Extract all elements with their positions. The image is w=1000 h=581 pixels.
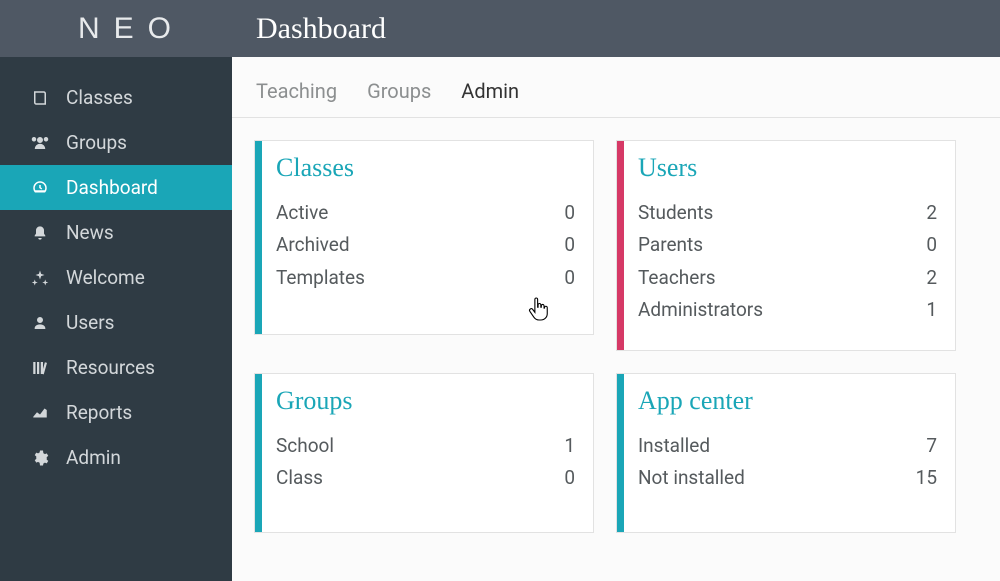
sidebar-item-groups[interactable]: Groups (0, 120, 232, 165)
bell-icon (28, 224, 52, 242)
row-label: Installed (638, 430, 710, 462)
sidebar: NEO Classes Groups Dashboard (0, 0, 232, 581)
sidebar-item-label: Users (66, 311, 114, 334)
card-accent (617, 141, 624, 350)
row-label: Archived (276, 229, 350, 261)
card-row[interactable]: Installed 7 (638, 430, 937, 462)
row-value: 0 (564, 197, 575, 229)
sidebar-item-label: Dashboard (66, 176, 158, 199)
sidebar-item-news[interactable]: News (0, 210, 232, 255)
card-row[interactable]: Templates 0 (276, 262, 575, 294)
row-label: Parents (638, 229, 703, 261)
card-appcenter: App center Installed 7 Not installed 15 (616, 373, 956, 533)
sidebar-item-welcome[interactable]: Welcome (0, 255, 232, 300)
people-icon (28, 134, 52, 152)
cards-grid: Classes Active 0 Archived 0 Templates 0 (232, 118, 1000, 533)
row-value: 1 (564, 430, 575, 462)
nav: Classes Groups Dashboard News (0, 57, 232, 480)
sidebar-item-dashboard[interactable]: Dashboard (0, 165, 232, 210)
card-row[interactable]: Teachers 2 (638, 262, 937, 294)
gauge-icon (28, 179, 52, 197)
topbar: Dashboard (232, 0, 1000, 57)
person-icon (28, 314, 52, 332)
sidebar-item-label: Admin (66, 446, 121, 469)
sidebar-item-resources[interactable]: Resources (0, 345, 232, 390)
library-icon (28, 359, 52, 377)
card-classes: Classes Active 0 Archived 0 Templates 0 (254, 140, 594, 335)
row-value: 15 (916, 462, 937, 494)
book-icon (28, 89, 52, 107)
sidebar-item-classes[interactable]: Classes (0, 75, 232, 120)
card-accent (255, 141, 262, 334)
card-row[interactable]: Parents 0 (638, 229, 937, 261)
main: Dashboard Teaching Groups Admin Classes … (232, 0, 1000, 581)
sidebar-item-users[interactable]: Users (0, 300, 232, 345)
card-title-classes[interactable]: Classes (276, 153, 575, 183)
row-value: 2 (926, 262, 937, 294)
card-groups: Groups School 1 Class 0 (254, 373, 594, 533)
row-value: 0 (564, 262, 575, 294)
gear-icon (28, 449, 52, 467)
card-accent (617, 374, 624, 532)
row-label: Active (276, 197, 328, 229)
card-title-users[interactable]: Users (638, 153, 937, 183)
row-value: 1 (926, 294, 937, 326)
sidebar-item-label: Classes (66, 86, 133, 109)
card-title-groups[interactable]: Groups (276, 386, 575, 416)
row-label: Not installed (638, 462, 745, 494)
card-row[interactable]: Class 0 (276, 462, 575, 494)
card-title-appcenter[interactable]: App center (638, 386, 937, 416)
sidebar-item-label: Welcome (66, 266, 145, 289)
sidebar-item-reports[interactable]: Reports (0, 390, 232, 435)
tab-admin[interactable]: Admin (461, 79, 519, 105)
tab-groups[interactable]: Groups (367, 79, 431, 105)
tabs: Teaching Groups Admin (232, 57, 1000, 118)
sidebar-item-label: News (66, 221, 114, 244)
row-value: 2 (926, 197, 937, 229)
logo-text: NEO (78, 12, 185, 46)
card-row[interactable]: Active 0 (276, 197, 575, 229)
row-value: 0 (926, 229, 937, 261)
row-value: 0 (564, 229, 575, 261)
row-value: 0 (564, 462, 575, 494)
card-row[interactable]: Students 2 (638, 197, 937, 229)
chart-icon (28, 404, 52, 422)
row-label: Students (638, 197, 713, 229)
tab-teaching[interactable]: Teaching (256, 79, 337, 105)
row-label: Class (276, 462, 323, 494)
card-row[interactable]: Not installed 15 (638, 462, 937, 494)
page-title: Dashboard (256, 12, 386, 46)
row-label: Templates (276, 262, 365, 294)
sidebar-item-label: Resources (66, 356, 155, 379)
row-label: Administrators (638, 294, 763, 326)
card-row[interactable]: School 1 (276, 430, 575, 462)
row-label: School (276, 430, 334, 462)
sparkle-icon (28, 269, 52, 287)
card-users: Users Students 2 Parents 0 Teachers 2 A (616, 140, 956, 351)
sidebar-item-admin[interactable]: Admin (0, 435, 232, 480)
logo: NEO (0, 0, 232, 57)
card-row[interactable]: Administrators 1 (638, 294, 937, 326)
sidebar-item-label: Groups (66, 131, 127, 154)
row-value: 7 (926, 430, 937, 462)
sidebar-item-label: Reports (66, 401, 132, 424)
card-accent (255, 374, 262, 532)
card-row[interactable]: Archived 0 (276, 229, 575, 261)
row-label: Teachers (638, 262, 716, 294)
